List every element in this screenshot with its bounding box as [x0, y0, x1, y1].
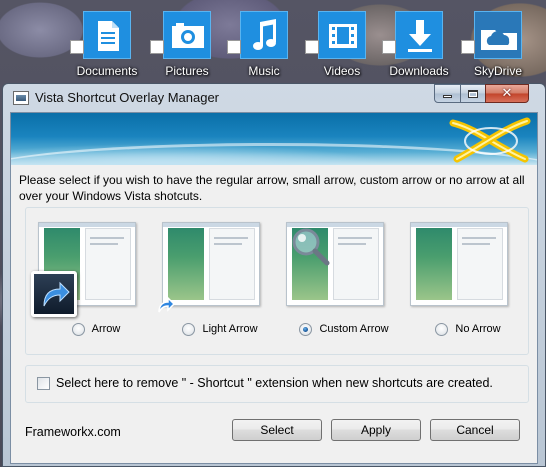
preview-toolbar	[411, 223, 507, 227]
client-area: Please select if you wish to have the re…	[10, 112, 538, 464]
magnifier-icon	[292, 228, 330, 266]
desktop-icon-label: Videos	[323, 64, 361, 78]
radio-option-custom-arrow[interactable]: Custom Arrow	[282, 320, 406, 338]
radio-button[interactable]	[182, 322, 196, 336]
desktop-icon-label: Music	[248, 64, 280, 78]
close-button[interactable]: ✕	[485, 84, 529, 103]
remove-extension-checkbox[interactable]	[37, 377, 50, 390]
select-button[interactable]: Select	[232, 419, 322, 441]
preview-custom-arrow	[286, 222, 384, 306]
preview-content	[333, 228, 379, 300]
cloud-folder-icon	[474, 11, 522, 59]
close-icon: ✕	[501, 86, 513, 101]
preview-line	[214, 237, 248, 239]
document-icon	[83, 11, 131, 59]
preview-sidebar	[168, 228, 204, 300]
shortcut-arrow-icon	[227, 40, 241, 54]
remove-extension-label[interactable]: Select here to remove " - Shortcut " ext…	[56, 376, 493, 390]
film-icon	[318, 11, 366, 59]
radio-label: No Arrow	[455, 323, 501, 335]
radio-option-no-arrow[interactable]: No Arrow	[406, 320, 530, 338]
remove-extension-group: Select here to remove " - Shortcut " ext…	[25, 365, 529, 403]
shortcut-arrow-icon	[382, 40, 396, 54]
preview-toolbar	[163, 223, 259, 227]
option-no-arrow: No Arrow	[406, 208, 530, 354]
maximize-button[interactable]	[460, 84, 486, 103]
desktop-icon-pictures[interactable]: Pictures	[150, 10, 224, 82]
desktop-icon-label: Documents	[76, 64, 138, 78]
preview-no-arrow	[410, 222, 508, 306]
radio-label: Arrow	[91, 323, 121, 335]
preview-content	[85, 228, 131, 300]
preview-line	[462, 243, 490, 245]
desktop-icon-documents[interactable]: Documents	[70, 10, 144, 82]
desktop-icon-downloads[interactable]: Downloads	[382, 10, 456, 82]
app-icon	[13, 91, 29, 105]
preview-line	[462, 237, 496, 239]
instructions-text: Please select if you wish to have the re…	[19, 173, 525, 203]
shortcut-arrow-icon	[70, 40, 84, 54]
cancel-button[interactable]: Cancel	[430, 419, 520, 441]
preview-line	[338, 243, 366, 245]
preview-content	[209, 228, 255, 300]
preview-line	[214, 243, 242, 245]
frameworkx-logo-icon	[449, 117, 531, 163]
option-arrow: Arrow	[31, 208, 158, 354]
small-shortcut-arrow-icon	[158, 296, 176, 313]
option-light-arrow: Light Arrow	[158, 208, 282, 354]
preview-content	[457, 228, 503, 300]
download-arrow-icon	[395, 11, 443, 59]
desktop-icon-music[interactable]: Music	[227, 10, 301, 82]
radio-button-selected[interactable]	[299, 322, 313, 336]
shortcut-arrow-icon	[461, 40, 475, 54]
shortcut-arrow-icon	[150, 40, 164, 54]
minimize-icon	[443, 95, 452, 98]
preview-line	[338, 237, 372, 239]
maximize-icon	[468, 89, 478, 98]
radio-button[interactable]	[435, 322, 449, 336]
desktop-icon-label: Pictures	[165, 64, 209, 78]
large-shortcut-arrow-icon	[31, 271, 77, 317]
music-note-icon	[240, 11, 288, 59]
preview-light-arrow	[158, 222, 260, 313]
frameworkx-link[interactable]: Frameworkx.com	[25, 425, 121, 439]
radio-button[interactable]	[71, 322, 85, 336]
radio-label: Light Arrow	[202, 323, 258, 335]
app-window: Vista Shortcut Overlay Manager ✕ Please …	[2, 83, 546, 467]
radio-option-arrow[interactable]: Arrow	[34, 320, 158, 338]
apply-button[interactable]: Apply	[331, 419, 421, 441]
radio-option-light-arrow[interactable]: Light Arrow	[158, 320, 282, 338]
desktop-icon-videos[interactable]: Videos	[305, 10, 379, 82]
window-title: Vista Shortcut Overlay Manager	[35, 90, 220, 105]
radio-label: Custom Arrow	[319, 323, 389, 335]
title-bar[interactable]: Vista Shortcut Overlay Manager ✕	[3, 84, 545, 112]
preview-line	[90, 243, 118, 245]
desktop-icon-label: SkyDrive	[473, 64, 522, 78]
preview-arrow	[31, 222, 136, 317]
arrow-options-group: Arrow Light Arrow Custom Arrow No Arrow	[25, 207, 529, 355]
preview-line	[90, 237, 124, 239]
preview-toolbar	[39, 223, 135, 227]
camera-icon	[163, 11, 211, 59]
shortcut-arrow-icon	[305, 40, 319, 54]
desktop-icon-label: Downloads	[389, 64, 449, 78]
desktop-icon-skydrive[interactable]: SkyDrive	[461, 10, 535, 82]
minimize-button[interactable]	[434, 84, 461, 103]
option-custom-arrow: Custom Arrow	[282, 208, 406, 354]
preview-sidebar	[416, 228, 452, 300]
header-banner	[11, 113, 537, 165]
